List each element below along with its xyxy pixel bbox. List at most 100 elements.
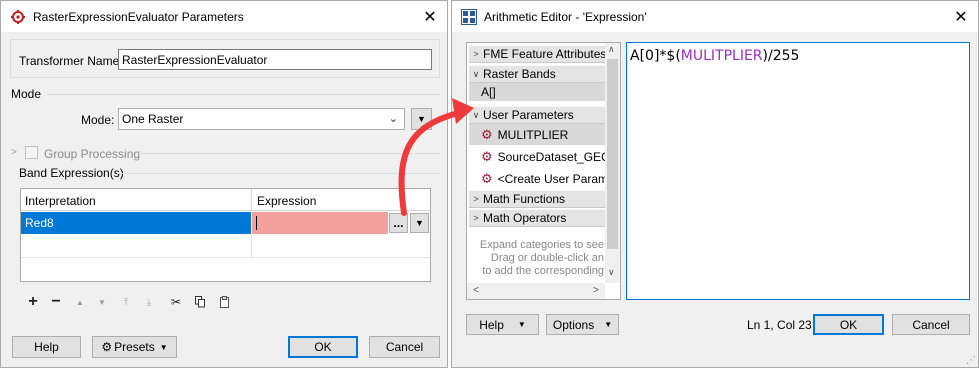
expression-cell[interactable] [252, 212, 388, 234]
category-math-functions[interactable]: > Math Functions [469, 190, 618, 208]
group-processing-checkbox[interactable] [25, 146, 38, 159]
tree-hint: Expand categories to see Drag or double-… [467, 239, 604, 278]
copy-icon[interactable] [193, 295, 207, 309]
ok-button[interactable]: OK [288, 336, 358, 358]
ok-button-label: OK [314, 340, 332, 354]
help-button[interactable]: Help ▼ [466, 314, 539, 335]
triangle-down-icon: ▼ [517, 320, 526, 329]
move-up-icon[interactable]: ▲ [73, 295, 87, 309]
category-raster-bands[interactable]: ∨ Raster Bands [469, 65, 618, 83]
resize-grip-icon[interactable]: ⋰ [966, 355, 976, 366]
paste-icon[interactable] [217, 295, 231, 309]
band-expression-table: Interpretation Expression Red8 ... ▼ [20, 188, 431, 282]
group-processing-divider [135, 153, 440, 154]
raster-band-item[interactable]: A[] [469, 83, 618, 101]
add-row-icon[interactable]: + [26, 293, 40, 310]
user-param-item[interactable]: ⚙ MULITPLIER [469, 124, 618, 145]
parameter-gear-icon: ⚙ [481, 170, 493, 186]
expression-ellipsis-button[interactable]: ... [389, 213, 408, 233]
mode-select[interactable]: One Raster ⌄ [118, 108, 405, 130]
move-to-bottom-icon[interactable]: ⤓ [142, 295, 156, 309]
raster-expression-evaluator-dialog: RasterExpressionEvaluator Parameters ✕ T… [0, 0, 448, 368]
left-titlebar: RasterExpressionEvaluator Parameters ✕ [1, 1, 447, 32]
column-header-interpretation[interactable]: Interpretation [25, 194, 96, 208]
column-header-expression[interactable]: Expression [257, 194, 316, 208]
ok-button[interactable]: OK [813, 314, 884, 335]
scroll-left-icon[interactable]: < [473, 285, 479, 296]
user-param-label: MULITPLIER [497, 127, 569, 142]
expression-editor[interactable]: A[0]*$(MULITPLIER)/255 [626, 42, 970, 300]
scroll-down-icon[interactable]: ∨ [608, 267, 615, 278]
triangle-down-icon: ▼ [159, 342, 168, 352]
mode-value: One Raster [122, 112, 184, 126]
interpretation-cell[interactable]: Red8 [21, 212, 251, 234]
scroll-right-icon[interactable]: > [593, 285, 599, 296]
help-button-label: Help [34, 340, 59, 354]
calculator-icon [460, 8, 478, 26]
options-button-label: Options [552, 317, 595, 332]
transformer-name-label: Transformer Name: [19, 54, 123, 68]
chevron-right-icon: > [473, 194, 479, 204]
cancel-button[interactable]: Cancel [892, 314, 970, 335]
mode-menu-button[interactable]: ▼ [411, 108, 432, 130]
move-to-top-icon[interactable]: ⤒ [119, 295, 133, 309]
category-label: FME Feature Attributes [483, 47, 607, 61]
user-param-label: <Create User Param [497, 171, 609, 186]
category-user-parameters[interactable]: ∨ User Parameters [469, 106, 618, 124]
hint-line: Expand categories to see [479, 239, 604, 251]
chevron-down-icon: ⌄ [388, 113, 398, 125]
presets-button[interactable]: ⚙ Presets ▼ [92, 336, 177, 358]
cancel-button-label: Cancel [385, 340, 424, 354]
interpretation-value: Red8 [25, 216, 54, 230]
column-divider [251, 235, 252, 258]
help-button-label: Help [479, 317, 504, 332]
right-titlebar: Arithmetic Editor - 'Expression' ✕ [452, 1, 978, 32]
chevron-down-icon: ∨ [472, 109, 480, 120]
scrollbar-thumb[interactable] [607, 59, 618, 249]
user-param-item[interactable]: ⚙ SourceDataset_GEC [469, 146, 618, 167]
column-divider [251, 189, 252, 211]
triangle-down-icon: ▼ [417, 114, 426, 124]
close-icon[interactable]: ✕ [413, 1, 447, 32]
help-button[interactable]: Help [12, 336, 81, 358]
category-label: Math Functions [483, 192, 566, 206]
user-param-label: SourceDataset_GEC [497, 149, 610, 164]
cursor-position-status: Ln 1, Col 23 [747, 318, 812, 332]
options-button[interactable]: Options ▼ [546, 314, 619, 335]
cut-icon[interactable]: ✂ [169, 295, 183, 309]
user-param-item[interactable]: ⚙ <Create User Param [469, 168, 618, 189]
hint-line: to add the corresponding [482, 265, 604, 277]
gear-icon: ⚙ [101, 340, 113, 354]
expression-suffix: )/255 [762, 48, 800, 64]
hint-line: Drag or double-click an [490, 252, 604, 264]
group-processing-label: Group Processing [44, 147, 141, 161]
chevron-right-icon: > [473, 213, 479, 223]
move-down-icon[interactable]: ▼ [95, 295, 109, 309]
arithmetic-editor-dialog: Arithmetic Editor - 'Expression' ✕ > FME… [451, 0, 979, 368]
horizontal-scrollbar[interactable]: < > [467, 283, 605, 299]
left-dialog-title: RasterExpressionEvaluator Parameters [33, 9, 244, 24]
cancel-button[interactable]: Cancel [369, 336, 440, 358]
expand-arrow-icon[interactable]: > [11, 147, 17, 158]
right-dialog-title: Arithmetic Editor - 'Expression' [484, 9, 647, 24]
vertical-scrollbar[interactable]: ∧ ∨ [605, 43, 620, 283]
category-label: User Parameters [483, 108, 574, 122]
category-math-operators[interactable]: > Math Operators [469, 209, 618, 227]
parameter-gear-icon: ⚙ [481, 126, 493, 142]
raster-band-label: A[] [481, 85, 496, 99]
band-expressions-divider [117, 173, 440, 174]
transformer-name-input[interactable]: RasterExpressionEvaluator [118, 49, 432, 70]
transformer-icon [9, 8, 27, 26]
scroll-up-icon[interactable]: ∧ [608, 44, 615, 55]
close-icon[interactable]: ✕ [944, 1, 978, 32]
transformer-name-value: RasterExpressionEvaluator [122, 52, 268, 67]
expression-menu-button[interactable]: ▼ [410, 213, 429, 233]
triangle-down-icon: ▼ [415, 218, 424, 228]
mode-divider [47, 94, 440, 95]
table-row[interactable]: Red8 ... ▼ [21, 212, 430, 234]
category-fme-feature-attributes[interactable]: > FME Feature Attributes [469, 45, 618, 63]
parameter-gear-icon: ⚙ [481, 148, 493, 164]
remove-row-icon[interactable]: − [49, 293, 63, 310]
mode-label: Mode: [81, 113, 115, 127]
expression-prefix: A[0]*$( [630, 48, 681, 64]
